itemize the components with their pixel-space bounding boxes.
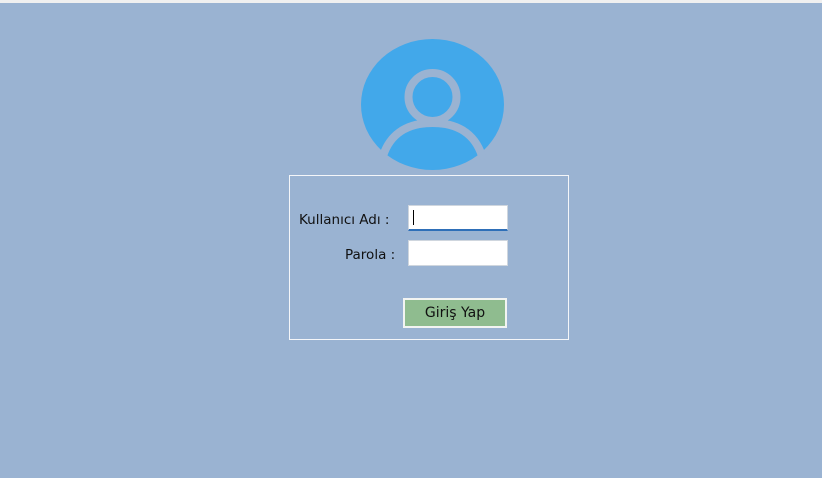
user-avatar-icon [361,39,504,170]
login-button[interactable]: Giriş Yap [403,298,507,328]
username-input[interactable] [408,205,508,231]
username-label: Kullanıcı Adı : [299,212,390,228]
text-caret [413,210,414,225]
password-label: Parola : [345,247,396,263]
login-window: Kullanıcı Adı : Parola : Giriş Yap [0,3,822,478]
password-input[interactable] [408,240,508,266]
login-form: Kullanıcı Adı : Parola : Giriş Yap [289,175,569,340]
